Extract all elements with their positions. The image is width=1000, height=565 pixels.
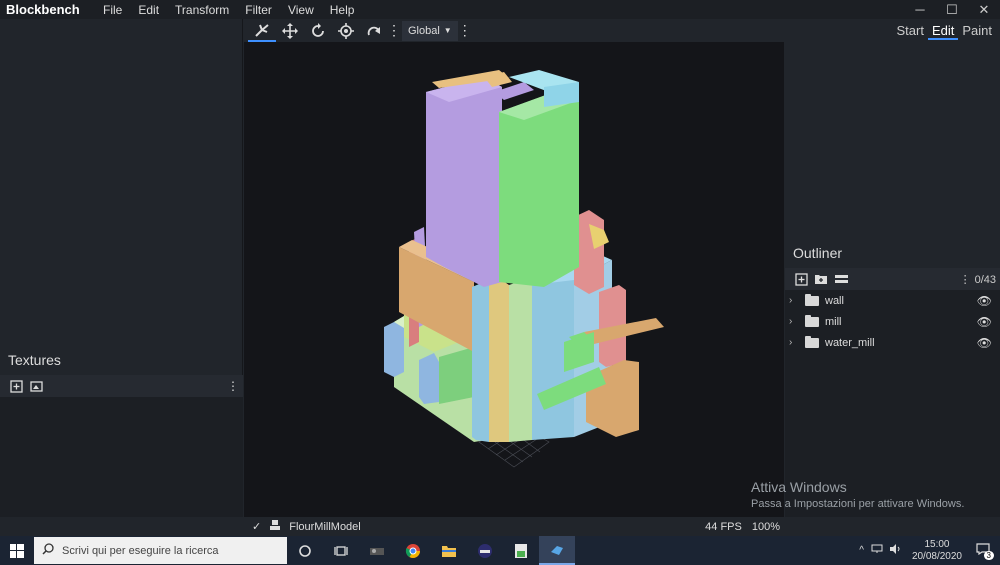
outliner-item-wall[interactable]: › wall 👁 xyxy=(785,290,1000,311)
import-texture-icon[interactable] xyxy=(26,376,46,396)
search-icon xyxy=(42,543,54,558)
chevron-up-icon[interactable]: ^ xyxy=(855,545,868,556)
menu-edit[interactable]: Edit xyxy=(130,3,167,17)
minimize-button[interactable]: ─ xyxy=(904,0,936,19)
clock-time: 15:00 xyxy=(924,538,950,550)
menu-filter[interactable]: Filter xyxy=(237,3,280,17)
chevron-right-icon[interactable]: › xyxy=(789,337,801,348)
volume-icon[interactable] xyxy=(886,544,904,557)
toolbar-more-icon-2[interactable]: ⋮ xyxy=(458,20,472,42)
tab-paint[interactable]: Paint xyxy=(958,23,996,40)
cortana-icon[interactable] xyxy=(287,536,323,565)
outliner-toolbar: ⋮ 0/43 xyxy=(785,268,1000,290)
tower xyxy=(426,70,579,287)
mode-tabs: Start Edit Paint xyxy=(892,23,996,40)
model-format-icon xyxy=(269,519,289,534)
search-placeholder: Scrivi qui per eseguire la ricerca xyxy=(62,544,219,557)
add-texture-icon[interactable] xyxy=(6,376,26,396)
vertex-snap-icon[interactable] xyxy=(360,20,388,42)
close-button[interactable]: ✕ xyxy=(968,0,1000,19)
chrome-icon[interactable] xyxy=(395,536,431,565)
model-render xyxy=(384,70,664,468)
zoom-level: 100% xyxy=(751,520,780,533)
viewport-toolbar: ⋮ Global ▼ ⋮ xyxy=(244,19,784,42)
title-bar: Blockbench File Edit Transform Filter Vi… xyxy=(0,0,1000,19)
maximize-button[interactable]: ☐ xyxy=(936,0,968,19)
toolbar-more-icon[interactable]: ⋮ xyxy=(387,20,401,42)
visibility-eye-icon[interactable]: 👁 xyxy=(977,294,992,308)
textures-list xyxy=(0,397,243,517)
collapse-all-icon[interactable] xyxy=(831,269,851,289)
outliner-item-label: mill xyxy=(825,315,842,328)
model-name: FlourMillModel xyxy=(289,520,361,533)
app-icon-2[interactable] xyxy=(467,536,503,565)
system-tray: ^ 15:00 20/08/2020 3 xyxy=(855,539,1000,563)
outliner-title: Outliner xyxy=(793,245,843,261)
transform-space-value: Global xyxy=(408,24,440,37)
menu-file[interactable]: File xyxy=(95,3,130,17)
outliner-item-mill[interactable]: › mill 👁 xyxy=(785,311,1000,332)
menu-help[interactable]: Help xyxy=(322,3,363,17)
checkmark-icon: ✓ xyxy=(252,521,262,533)
watermark-title: Attiva Windows xyxy=(751,479,847,495)
menu-view[interactable]: View xyxy=(280,3,322,17)
outliner-more-icon[interactable]: ⋮ xyxy=(960,274,971,286)
element-count: 0/43 xyxy=(974,273,996,286)
taskbar-clock[interactable]: 15:00 20/08/2020 xyxy=(904,539,970,563)
app-title: Blockbench xyxy=(6,2,80,17)
outliner-item-label: water_mill xyxy=(825,336,875,349)
folder-icon xyxy=(805,314,819,327)
app-icon-3[interactable] xyxy=(503,536,539,565)
app-icon-1[interactable] xyxy=(359,536,395,565)
network-icon[interactable] xyxy=(868,544,886,557)
visibility-eye-icon[interactable]: 👁 xyxy=(977,315,992,329)
left-panel: Textures ⋮ xyxy=(0,19,243,517)
right-panel: Start Edit Paint Outliner ⋮ 0/43 › wall 👁… xyxy=(785,19,1000,517)
textures-more-icon[interactable]: ⋮ xyxy=(223,376,243,396)
chevron-right-icon[interactable]: › xyxy=(789,316,801,327)
fps-counter: 44 FPS xyxy=(705,520,742,533)
menu-transform[interactable]: Transform xyxy=(167,3,237,17)
file-explorer-icon[interactable] xyxy=(431,536,467,565)
watermark-subtitle: Passa a Impostazioni per attivare Window… xyxy=(751,498,965,510)
status-bar: ✓ FlourMillModel 44 FPS 100% xyxy=(244,517,784,536)
outliner-item-water-mill[interactable]: › water_mill 👁 xyxy=(785,332,1000,353)
outliner-count: ⋮ 0/43 xyxy=(960,273,1000,286)
3d-viewport[interactable] xyxy=(244,42,784,517)
notification-badge: 3 xyxy=(983,551,994,560)
add-group-icon[interactable] xyxy=(811,269,831,289)
folder-icon xyxy=(805,335,819,348)
activation-watermark: Attiva Windows Passa a Impostazioni per … xyxy=(751,479,964,510)
taskbar-search[interactable]: Scrivi qui per eseguire la ricerca xyxy=(34,537,287,564)
outliner-item-label: wall xyxy=(825,294,844,307)
tab-start[interactable]: Start xyxy=(892,23,927,40)
taskbar: Scrivi qui per eseguire la ricerca ^ 15:… xyxy=(0,536,1000,565)
pivot-icon[interactable] xyxy=(332,20,360,42)
notification-icon[interactable]: 3 xyxy=(970,543,1000,560)
textures-toolbar: ⋮ xyxy=(0,375,243,397)
clock-date: 20/08/2020 xyxy=(911,550,962,562)
transform-space-select[interactable]: Global ▼ xyxy=(402,20,458,41)
move-tool-icon[interactable] xyxy=(248,20,276,42)
translate-icon[interactable] xyxy=(276,20,304,42)
textures-title: Textures xyxy=(8,352,61,368)
folder-icon xyxy=(805,293,819,306)
rotate-icon[interactable] xyxy=(304,20,332,42)
tab-edit[interactable]: Edit xyxy=(927,23,959,40)
blockbench-taskbar-icon[interactable] xyxy=(539,536,575,565)
chevron-right-icon[interactable]: › xyxy=(789,295,801,306)
windows-start-icon[interactable] xyxy=(0,536,34,565)
visibility-eye-icon[interactable]: 👁 xyxy=(977,336,992,350)
chevron-down-icon: ▼ xyxy=(443,26,452,35)
add-cube-icon[interactable] xyxy=(791,269,811,289)
task-view-icon[interactable] xyxy=(323,536,359,565)
